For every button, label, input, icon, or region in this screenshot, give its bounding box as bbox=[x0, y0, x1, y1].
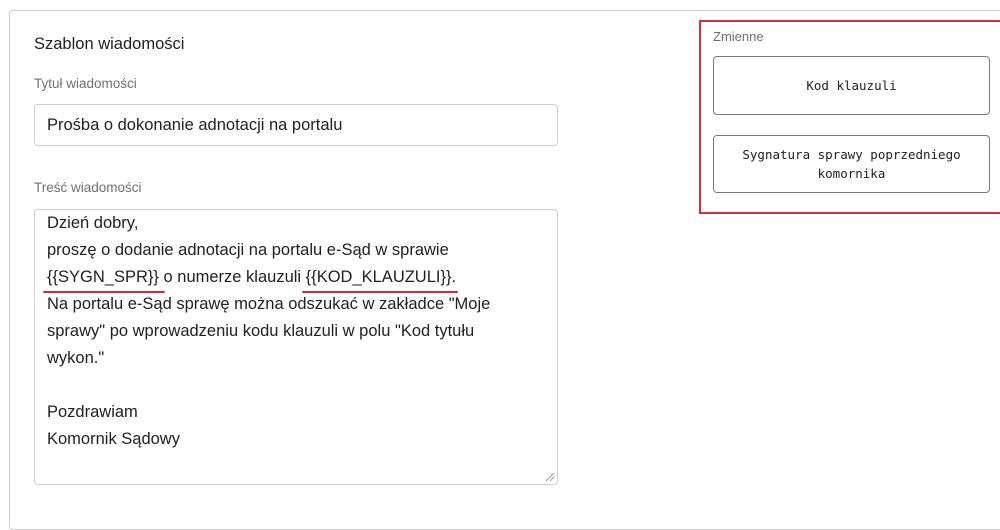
body-text: . bbox=[451, 268, 457, 286]
kod-klauzuli-token: {{KOD_KLAUZULI}} bbox=[301, 264, 458, 293]
kod-klauzuli-button[interactable]: Kod klauzuli bbox=[713, 56, 990, 115]
body-line: Komornik Sądowy bbox=[47, 430, 180, 448]
sygn-spr-token: {{SYGN_SPR}} bbox=[43, 264, 165, 293]
sygnatura-sprawy-button[interactable]: Sygnatura sprawy poprzedniego komornika bbox=[713, 135, 990, 193]
title-label: Tytuł wiadomości bbox=[34, 76, 137, 91]
resize-grip-icon[interactable] bbox=[545, 472, 555, 482]
body-label: Treść wiadomości bbox=[34, 180, 142, 195]
body-textarea[interactable]: Dzień dobry, proszę o dodanie adnotacji … bbox=[34, 209, 558, 485]
section-title: Szablon wiadomości bbox=[34, 35, 185, 53]
body-line-variables: {{SYGN_SPR}} o numerze klauzuli {{KOD_KL… bbox=[43, 264, 545, 293]
body-line: proszę o dodanie adnotacji na portalu e-… bbox=[47, 241, 449, 259]
variables-label: Zmienne bbox=[713, 29, 764, 44]
body-text: o numerze klauzuli bbox=[158, 268, 306, 286]
title-input[interactable] bbox=[34, 104, 558, 146]
body-line: Dzień dobry, bbox=[47, 214, 139, 232]
body-line: Na portalu e-Sąd sprawę można odszukać w… bbox=[47, 295, 491, 313]
body-line: Pozdrawiam bbox=[47, 403, 138, 421]
body-line: sprawy" po wprowadzeniu kodu klauzuli w … bbox=[47, 322, 475, 340]
body-line: wykon." bbox=[47, 349, 105, 367]
body-line-empty bbox=[47, 372, 545, 399]
